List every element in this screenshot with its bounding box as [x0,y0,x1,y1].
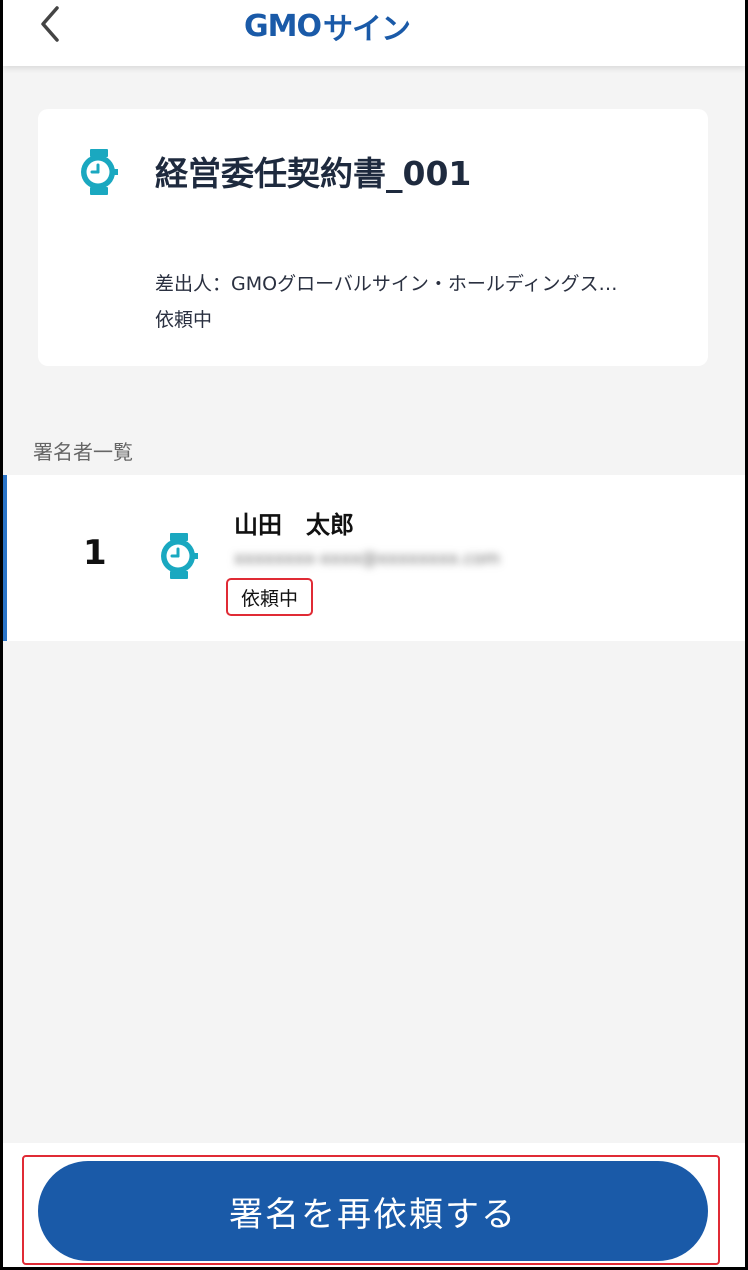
document-status: 依頼中 [155,309,213,331]
resend-request-button[interactable]: 署名を再依頼する [38,1161,708,1261]
app-header: GMO サイン [3,0,745,66]
document-sender: 差出人：GMOグローバルサイン・ホールディングス… [155,273,618,295]
signer-list-item[interactable]: 1 山田 太郎 xxxxxxxx-xxxx@xxxxxxxx.com 依頼中 [3,475,745,641]
signer-email: xxxxxxxx-xxxx@xxxxxxxx.com [234,549,501,569]
document-card[interactable]: 経営委任契約書_001 差出人：GMOグローバルサイン・ホールディングス… 依頼… [38,109,708,366]
gmo-sign-logo: GMO サイン [244,6,411,48]
signer-status-badge: 依頼中 [226,578,313,616]
footer-bar: 署名を再依頼する [3,1143,745,1267]
watch-clock-icon [161,533,198,579]
logo-sign-text: サイン [322,12,411,47]
document-title: 経営委任契約書_001 [155,154,472,193]
watch-clock-icon [81,149,118,195]
signers-section-label: 署名者一覧 [33,440,133,464]
app-screen: GMO サイン 経営委任契約書_001 差出人：GMOグローバルサイン・ホールデ… [3,0,745,1267]
chevron-left-icon [41,6,59,42]
signer-number: 1 [83,533,107,573]
signer-name: 山田 太郎 [234,511,354,539]
logo-gmo-text: GMO [244,8,322,44]
back-button[interactable] [33,4,69,44]
